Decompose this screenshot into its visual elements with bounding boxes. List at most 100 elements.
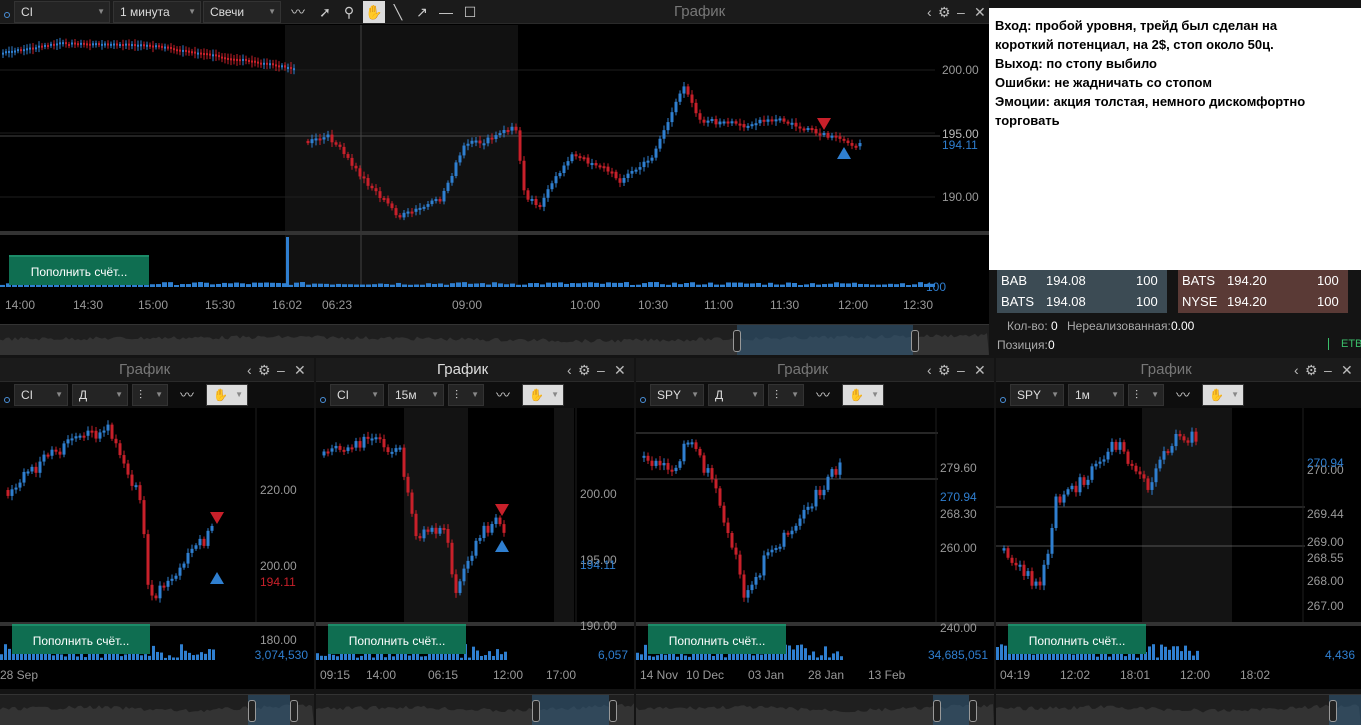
hand-icon[interactable]: ✋ ▼ bbox=[842, 384, 884, 406]
interval-select[interactable]: Д ▼ bbox=[708, 384, 764, 406]
ask-row[interactable]: NYSE 194.20 100 bbox=[1178, 291, 1348, 313]
close-icon[interactable]: ✕ bbox=[1341, 362, 1353, 379]
chart-type-select[interactable]: ⫶ ▼ bbox=[132, 384, 168, 406]
scroll-handle-right[interactable] bbox=[290, 700, 298, 722]
interval-select[interactable]: 1 минута ▼ bbox=[113, 1, 201, 23]
symbol-select[interactable]: SPY ▼ bbox=[650, 384, 704, 406]
cursor-icon[interactable]: ➚ bbox=[314, 1, 336, 23]
gear-icon[interactable]: ⚙ bbox=[258, 362, 271, 379]
gear-icon[interactable]: ⚙ bbox=[938, 4, 951, 21]
symbol-select[interactable]: SPY ▼ bbox=[1010, 384, 1064, 406]
arrow-tool-icon[interactable]: ↗ bbox=[411, 1, 433, 23]
candle bbox=[170, 46, 172, 49]
collapse-left-icon[interactable]: ‹ bbox=[927, 4, 932, 20]
indicators-icon[interactable]: 〰 bbox=[176, 384, 198, 406]
link-dot-icon[interactable] bbox=[4, 7, 10, 21]
hand-icon[interactable]: ✋ ▼ bbox=[206, 384, 248, 406]
chart-type-select[interactable]: ⫶ ▼ bbox=[1128, 384, 1164, 406]
volume-bar bbox=[1004, 645, 1007, 660]
collapse-left-icon[interactable]: ‹ bbox=[247, 362, 252, 378]
rect-tool-icon[interactable]: ☐ bbox=[459, 1, 481, 23]
hline-tool-icon[interactable]: — bbox=[435, 1, 457, 23]
hand-icon[interactable]: ✋ ▼ bbox=[522, 384, 564, 406]
candle bbox=[263, 62, 265, 65]
chart-type-select[interactable]: Свечи ▼ bbox=[203, 1, 281, 23]
scroll-handle-left[interactable] bbox=[248, 700, 256, 722]
scroll-handle-right[interactable] bbox=[609, 700, 617, 722]
close-icon[interactable]: ✕ bbox=[974, 362, 986, 379]
close-icon[interactable]: ✕ bbox=[294, 362, 306, 379]
scroll-handle-left[interactable] bbox=[532, 700, 540, 722]
symbol-select[interactable]: CI ▼ bbox=[14, 1, 110, 23]
scroll-handle-right[interactable] bbox=[911, 330, 919, 352]
candle bbox=[266, 62, 268, 65]
chart-scrollbar[interactable] bbox=[316, 694, 634, 725]
minimize-icon[interactable]: – bbox=[957, 362, 965, 378]
collapse-left-icon[interactable]: ‹ bbox=[567, 362, 572, 378]
deposit-button[interactable]: Пополнить счёт... bbox=[648, 624, 786, 654]
candle bbox=[142, 500, 146, 535]
symbol-select[interactable]: CI ▼ bbox=[14, 384, 68, 406]
candle bbox=[526, 190, 530, 200]
collapse-left-icon[interactable]: ‹ bbox=[1294, 362, 1299, 378]
minimize-icon[interactable]: – bbox=[277, 362, 285, 378]
gear-icon[interactable]: ⚙ bbox=[578, 362, 591, 379]
candle bbox=[224, 57, 226, 60]
x-tick: 10 Dec bbox=[686, 668, 725, 682]
volume-bar bbox=[1136, 657, 1139, 660]
scroll-handle-left[interactable] bbox=[1329, 700, 1337, 722]
indicators-icon[interactable]: 〰 bbox=[492, 384, 514, 406]
chart-scrollbar[interactable] bbox=[0, 694, 314, 725]
deposit-button[interactable]: Пополнить счёт... bbox=[328, 624, 466, 654]
indicators-icon[interactable]: 〰 bbox=[812, 384, 834, 406]
x-tick: 10:30 bbox=[638, 298, 669, 312]
interval-select[interactable]: 15м ▼ bbox=[388, 384, 444, 406]
candle bbox=[58, 451, 62, 455]
bid-row[interactable]: BAB 194.08 100 bbox=[997, 270, 1167, 292]
interval-select[interactable]: 1м ▼ bbox=[1068, 384, 1124, 406]
hand-icon[interactable]: ✋ ▼ bbox=[1202, 384, 1244, 406]
link-dot-icon[interactable] bbox=[1000, 392, 1006, 406]
link-dot-icon[interactable] bbox=[4, 392, 10, 406]
interval-select[interactable]: Д ▼ bbox=[72, 384, 128, 406]
scroll-handle-left[interactable] bbox=[933, 700, 941, 722]
deposit-button[interactable]: Пополнить счёт... bbox=[9, 255, 149, 285]
main-chart-title: График bbox=[674, 3, 726, 20]
collapse-left-icon[interactable]: ‹ bbox=[927, 362, 932, 378]
deposit-button[interactable]: Пополнить счёт... bbox=[12, 624, 150, 654]
bid-row[interactable]: BATS 194.08 100 bbox=[997, 291, 1167, 313]
gear-icon[interactable]: ⚙ bbox=[938, 362, 951, 379]
close-icon[interactable]: ✕ bbox=[614, 362, 626, 379]
chart-type-select[interactable]: ⫶ ▼ bbox=[448, 384, 484, 406]
candle bbox=[398, 215, 402, 218]
ask-row[interactable]: BATS 194.20 100 bbox=[1178, 270, 1348, 292]
candle bbox=[426, 529, 430, 532]
minimize-icon[interactable]: – bbox=[957, 4, 965, 20]
indicators-icon[interactable]: 〰 bbox=[1172, 384, 1194, 406]
scroll-handle-left[interactable] bbox=[733, 330, 741, 352]
gear-icon[interactable]: ⚙ bbox=[1305, 362, 1318, 379]
chart-scrollbar[interactable] bbox=[996, 694, 1361, 725]
minimize-icon[interactable]: – bbox=[597, 362, 605, 378]
symbol-select[interactable]: CI ▼ bbox=[330, 384, 384, 406]
link-dot-icon[interactable] bbox=[320, 392, 326, 406]
indicators-icon[interactable]: 〰 bbox=[287, 1, 309, 23]
line-tool-icon[interactable]: ╲ bbox=[387, 1, 409, 23]
link-dot-icon[interactable] bbox=[640, 392, 646, 406]
minimize-icon[interactable]: – bbox=[1324, 362, 1332, 378]
candle bbox=[17, 49, 19, 52]
chart-scrollbar[interactable] bbox=[636, 694, 994, 725]
candle bbox=[854, 145, 858, 148]
main-scrollbar[interactable] bbox=[0, 324, 989, 355]
scroll-handle-right[interactable] bbox=[969, 700, 977, 722]
deposit-button[interactable]: Пополнить счёт... bbox=[1008, 624, 1146, 654]
x-tick: 06:23 bbox=[322, 298, 353, 312]
chart-type-select[interactable]: ⫶ ▼ bbox=[768, 384, 804, 406]
hand-icon[interactable]: ✋ bbox=[363, 1, 385, 23]
candle bbox=[26, 48, 28, 51]
close-icon[interactable]: ✕ bbox=[974, 4, 986, 21]
candle bbox=[826, 133, 830, 138]
candle bbox=[190, 548, 194, 553]
volume-bar bbox=[204, 653, 207, 660]
zoom-icon[interactable]: ⚲ bbox=[338, 1, 360, 23]
